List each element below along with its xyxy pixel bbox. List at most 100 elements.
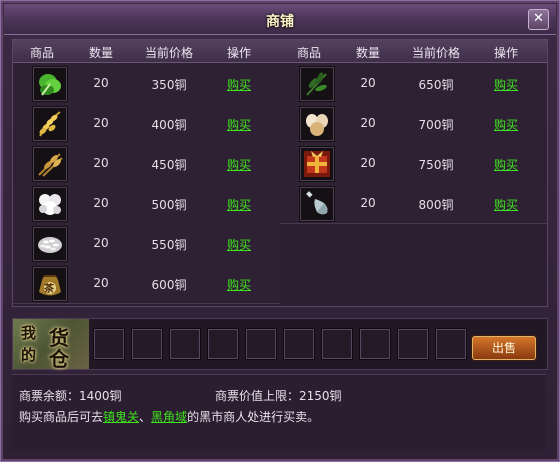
goods-row: 20 500铜 购买 — [13, 183, 280, 224]
storage-slot[interactable] — [435, 328, 467, 360]
table-header: 商品 数量 当前价格 操作 — [13, 40, 280, 63]
header-qty: 数量 — [88, 46, 113, 60]
storage-bar: 我 的 货 仓 出售 — [12, 318, 548, 371]
location-link-heijiaoyu[interactable]: 黑角域 — [151, 410, 187, 424]
item-slot[interactable] — [299, 146, 335, 182]
item-slot[interactable] — [32, 226, 68, 262]
limit-line: 商票价值上限：2150铜 — [215, 387, 342, 404]
green-vegetable-icon — [39, 74, 61, 96]
item-qty: 20 — [93, 156, 109, 170]
tea-bag-label: 茶 — [44, 284, 54, 295]
item-qty: 20 — [360, 76, 376, 90]
item-price: 550铜 — [151, 238, 187, 252]
close-button[interactable]: ✕ — [528, 9, 549, 30]
storage-slot[interactable] — [245, 328, 277, 360]
goods-row: 20 550铜 购买 — [13, 223, 280, 264]
storage-label-char: 的 — [21, 346, 37, 364]
item-qty: 20 — [360, 116, 376, 130]
buy-link[interactable]: 购买 — [475, 156, 537, 173]
item-slot[interactable] — [32, 146, 68, 182]
item-slot[interactable] — [32, 186, 68, 222]
location-link-zhenguiguan[interactable]: 镇鬼关 — [103, 410, 139, 424]
storage-slot[interactable] — [93, 328, 125, 360]
storage-label-char: 仓 — [49, 347, 69, 371]
storage-slot[interactable] — [207, 328, 239, 360]
herb-leaves-icon — [306, 72, 327, 96]
goods-row: 茶 20 600铜 购买 — [13, 263, 280, 304]
notice-suffix: 的黑市商人处进行买卖。 — [187, 410, 320, 424]
notice-separator: 、 — [139, 410, 152, 424]
buy-link[interactable]: 购买 — [208, 116, 270, 133]
header-item: 商品 — [296, 46, 321, 60]
storage-slot[interactable] — [359, 328, 391, 360]
item-price: 350铜 — [151, 78, 187, 92]
wine-bottle-icon — [306, 191, 328, 215]
header-action: 操作 — [493, 46, 518, 60]
cotton-icon — [39, 194, 61, 215]
rice-ear-icon — [39, 111, 61, 137]
limit-value: 2150铜 — [299, 389, 342, 403]
storage-slot[interactable] — [283, 328, 315, 360]
buy-link[interactable]: 购买 — [475, 196, 537, 213]
rice-grain-icon — [38, 237, 62, 253]
balance-line: 商票余额：1400铜 — [19, 387, 122, 404]
goods-column-left: 商品 数量 当前价格 操作 20 350铜 购买 20 400铜 购买 20 4… — [13, 40, 280, 306]
notice-line: 购买商品后可去镇鬼关、黑角域的黑市商人处进行买卖。 — [19, 408, 319, 425]
title-bar[interactable]: 商铺 ✕ — [4, 4, 556, 35]
buy-link[interactable]: 购买 — [208, 236, 270, 253]
item-slot[interactable] — [299, 106, 335, 142]
buy-link[interactable]: 购买 — [208, 196, 270, 213]
header-action: 操作 — [226, 46, 251, 60]
storage-slot[interactable] — [397, 328, 429, 360]
buy-link[interactable]: 购买 — [208, 156, 270, 173]
buy-link[interactable]: 购买 — [475, 76, 537, 93]
goods-row: 20 800铜 购买 — [280, 183, 547, 224]
item-slot[interactable] — [32, 66, 68, 102]
info-panel: 商票余额：1400铜 商票价值上限：2150铜 购买商品后可去镇鬼关、黑角域的黑… — [12, 374, 546, 451]
item-price: 700铜 — [418, 118, 454, 132]
storage-slot[interactable] — [131, 328, 163, 360]
buy-link[interactable]: 购买 — [475, 116, 537, 133]
goods-row: 20 350铜 购买 — [13, 63, 280, 104]
item-slot[interactable]: 茶 — [32, 266, 68, 302]
gift-box-icon — [304, 151, 330, 177]
sell-button[interactable]: 出售 — [472, 336, 536, 360]
item-price: 800铜 — [418, 198, 454, 212]
item-price: 650铜 — [418, 78, 454, 92]
storage-slot[interactable] — [169, 328, 201, 360]
item-slot[interactable] — [299, 186, 335, 222]
item-price: 750铜 — [418, 158, 454, 172]
header-price: 当前价格 — [411, 46, 460, 60]
my-storage-label: 我 的 货 仓 — [13, 319, 89, 371]
item-price: 450铜 — [151, 158, 187, 172]
goods-row: 20 750铜 购买 — [280, 143, 547, 184]
item-slot[interactable] — [32, 106, 68, 142]
item-qty: 20 — [360, 156, 376, 170]
buy-link[interactable]: 购买 — [208, 76, 270, 93]
limit-label: 商票价值上限： — [215, 389, 300, 403]
goods-row: 20 650铜 购买 — [280, 63, 547, 104]
goods-row: 20 700铜 购买 — [280, 103, 547, 144]
goods-row: 20 450铜 购买 — [13, 143, 280, 184]
storage-slot[interactable] — [321, 328, 353, 360]
eggs-icon — [306, 114, 328, 136]
storage-label-char: 我 — [21, 324, 37, 342]
item-price: 600铜 — [151, 278, 187, 292]
header-qty: 数量 — [355, 46, 380, 60]
item-price: 500铜 — [151, 198, 187, 212]
buy-link[interactable]: 购买 — [208, 276, 270, 293]
table-header: 商品 数量 当前价格 操作 — [280, 40, 547, 63]
item-price: 400铜 — [151, 118, 187, 132]
wheat-bundle-icon — [38, 153, 63, 177]
item-qty: 20 — [93, 236, 109, 250]
goods-column-right: 商品 数量 当前价格 操作 20 650铜 购买 20 700铜 购买 20 7… — [280, 40, 547, 306]
notice-prefix: 购买商品后可去 — [19, 410, 104, 424]
item-slot[interactable] — [299, 66, 335, 102]
window-title: 商铺 — [266, 14, 294, 30]
item-qty: 20 — [93, 76, 109, 90]
balance-label: 商票余额： — [19, 389, 80, 403]
item-qty: 20 — [93, 116, 109, 130]
goods-panel: 商品 数量 当前价格 操作 20 350铜 购买 20 400铜 购买 20 4… — [12, 39, 548, 307]
header-price: 当前价格 — [144, 46, 193, 60]
item-qty: 20 — [93, 276, 109, 290]
